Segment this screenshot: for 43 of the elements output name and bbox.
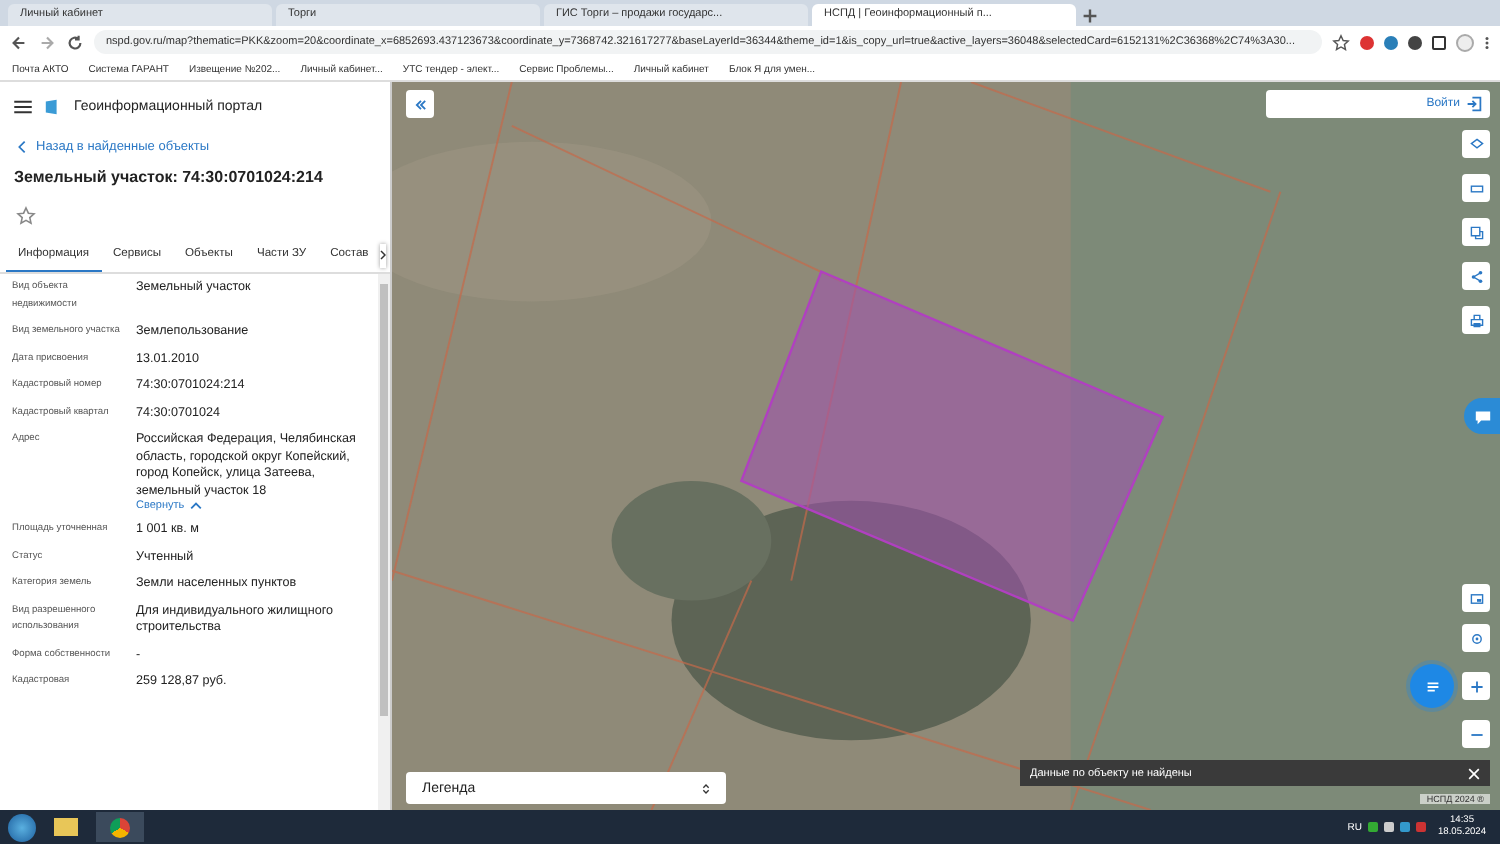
star-icon[interactable] [16, 206, 36, 226]
chevron-right-icon[interactable] [380, 250, 387, 260]
ruler-icon[interactable] [1469, 181, 1483, 195]
chevron-up-icon[interactable] [190, 502, 203, 510]
share-icon[interactable] [1469, 269, 1483, 283]
chevron-left-icon[interactable] [18, 140, 26, 154]
close-icon[interactable] [1468, 767, 1480, 779]
sort-caret-icon[interactable] [702, 781, 710, 795]
select-area-icon[interactable] [1469, 225, 1483, 239]
location-button[interactable] [1462, 624, 1490, 652]
collapse-panel-button[interactable] [406, 90, 434, 118]
layers-icon[interactable] [1469, 137, 1483, 151]
object-heading: Земельный участок: 74:30:0701024:214 [12, 166, 325, 190]
menu-icon[interactable] [14, 99, 32, 113]
select-area-button[interactable] [1462, 218, 1490, 246]
share-button[interactable] [1462, 262, 1490, 290]
feedback-button[interactable] [1464, 398, 1500, 434]
profile-icon[interactable] [1456, 33, 1474, 51]
logo-icon [44, 97, 62, 115]
layers-button[interactable] [1462, 130, 1490, 158]
scrollbar[interactable] [378, 274, 390, 810]
print-icon[interactable] [1469, 313, 1483, 327]
minimap-icon[interactable] [1469, 591, 1483, 605]
satellite-map[interactable] [392, 82, 1500, 810]
star-icon[interactable] [1332, 33, 1350, 51]
double-chevron-left-icon[interactable] [413, 97, 427, 111]
chat-icon[interactable] [1423, 677, 1441, 695]
location-icon[interactable] [1469, 631, 1483, 645]
speech-bubble-icon[interactable] [1473, 407, 1491, 425]
login-icon[interactable] [1466, 96, 1482, 112]
zoom-in-button[interactable] [1462, 672, 1490, 700]
zoom-out-button[interactable] [1462, 720, 1490, 748]
chrome-taskbar-icon[interactable] [96, 812, 144, 842]
back-icon[interactable] [10, 33, 28, 51]
forward-icon[interactable] [38, 33, 56, 51]
reload-icon[interactable] [66, 33, 84, 51]
ruler-button[interactable] [1462, 174, 1490, 202]
more-icon[interactable] [1484, 33, 1490, 51]
start-button[interactable] [8, 813, 36, 841]
scroll-right-button[interactable] [380, 243, 387, 267]
zoom-in-icon[interactable] [1469, 679, 1483, 693]
print-button[interactable] [1462, 306, 1490, 334]
minimap-button[interactable] [1462, 584, 1490, 612]
